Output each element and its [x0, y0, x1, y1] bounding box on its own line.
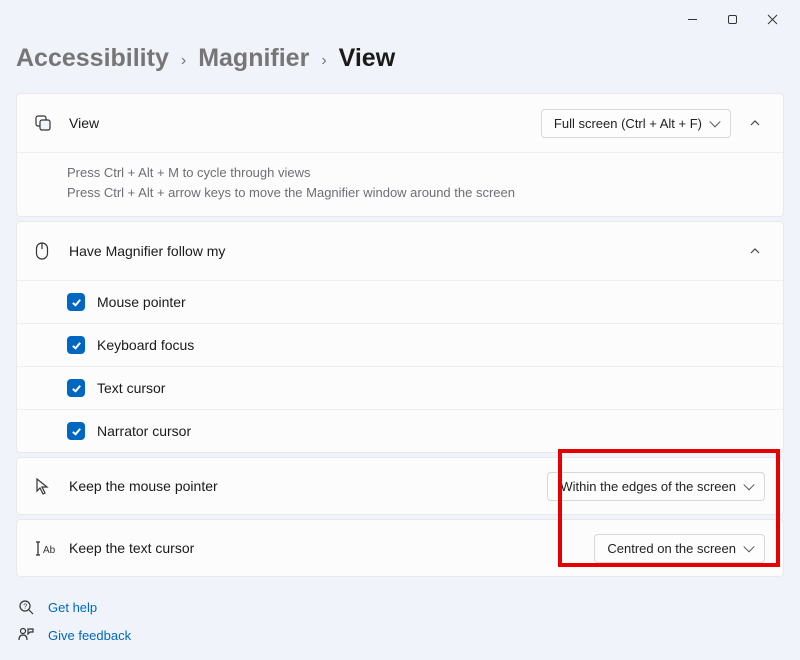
check-label: Mouse pointer [97, 294, 186, 310]
feedback-icon [16, 627, 36, 643]
follow-header[interactable]: Have Magnifier follow my [17, 222, 783, 280]
view-dropdown[interactable]: Full screen (Ctrl + Alt + F) [541, 109, 731, 138]
text-cursor-card[interactable]: Ab Keep the text cursor Centred on the s… [16, 519, 784, 577]
text-cursor-dropdown[interactable]: Centred on the screen [594, 534, 765, 563]
check-item-text-cursor[interactable]: Text cursor [17, 366, 783, 409]
view-card: View Full screen (Ctrl + Alt + F) Press … [16, 93, 784, 217]
view-label: View [69, 115, 541, 131]
view-tip-1: Press Ctrl + Alt + M to cycle through vi… [67, 163, 765, 183]
collapse-icon[interactable] [745, 113, 765, 133]
collapse-icon[interactable] [745, 241, 765, 261]
breadcrumb-magnifier[interactable]: Magnifier [198, 44, 309, 73]
view-tips: Press Ctrl + Alt + M to cycle through vi… [17, 152, 783, 216]
mouse-icon [35, 242, 69, 260]
checkbox[interactable] [67, 293, 85, 311]
get-help-link[interactable]: Get help [48, 600, 97, 615]
view-tip-2: Press Ctrl + Alt + arrow keys to move th… [67, 183, 765, 203]
check-label: Keyboard focus [97, 337, 194, 353]
mouse-pointer-card[interactable]: Keep the mouse pointer Within the edges … [16, 457, 784, 515]
chevron-right-icon: › [181, 52, 186, 70]
give-feedback-link[interactable]: Give feedback [48, 628, 131, 643]
check-label: Narrator cursor [97, 423, 191, 439]
svg-text:?: ? [23, 604, 27, 611]
check-item-keyboard-focus[interactable]: Keyboard focus [17, 323, 783, 366]
minimize-button[interactable] [672, 8, 712, 30]
help-link-row: ? Get help [16, 593, 784, 621]
check-label: Text cursor [97, 380, 165, 396]
close-button[interactable] [752, 8, 792, 30]
check-item-narrator-cursor[interactable]: Narrator cursor [17, 409, 783, 452]
follow-check-list: Mouse pointer Keyboard focus Text cursor… [17, 280, 783, 452]
page-title: View [339, 44, 396, 73]
maximize-button[interactable] [712, 8, 752, 30]
pointer-icon [35, 478, 69, 495]
footer-links: ? Get help Give feedback [16, 581, 784, 649]
view-icon [35, 115, 69, 131]
check-item-mouse-pointer[interactable]: Mouse pointer [17, 280, 783, 323]
mouse-pointer-dropdown[interactable]: Within the edges of the screen [547, 472, 765, 501]
svg-text:Ab: Ab [43, 545, 56, 556]
text-cursor-label: Keep the text cursor [69, 540, 594, 556]
help-icon: ? [16, 599, 36, 615]
mouse-pointer-label: Keep the mouse pointer [69, 478, 547, 494]
breadcrumb-accessibility[interactable]: Accessibility [16, 44, 169, 73]
checkbox[interactable] [67, 379, 85, 397]
view-row[interactable]: View Full screen (Ctrl + Alt + F) [17, 94, 783, 152]
titlebar [16, 0, 792, 30]
feedback-link-row: Give feedback [16, 621, 784, 649]
breadcrumb: Accessibility › Magnifier › View [16, 30, 784, 93]
follow-card: Have Magnifier follow my Mouse pointer K… [16, 221, 784, 453]
chevron-right-icon: › [321, 52, 326, 70]
checkbox[interactable] [67, 336, 85, 354]
text-cursor-icon: Ab [35, 541, 69, 556]
follow-label: Have Magnifier follow my [69, 243, 745, 259]
checkbox[interactable] [67, 422, 85, 440]
